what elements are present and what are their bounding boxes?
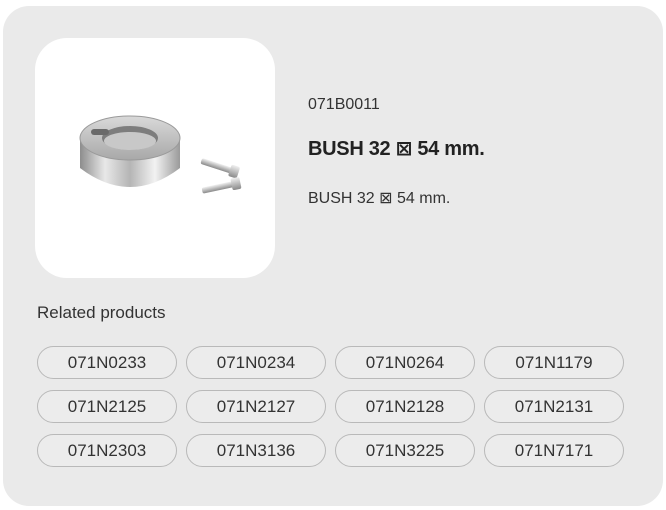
related-products-list: 071N0233 071N0234 071N0264 071N1179 071N… xyxy=(37,346,627,467)
related-product-link[interactable]: 071N0234 xyxy=(186,346,326,379)
related-product-link[interactable]: 071N3136 xyxy=(186,434,326,467)
product-image[interactable] xyxy=(35,38,275,278)
related-product-link[interactable]: 071N2128 xyxy=(335,390,475,423)
related-product-link[interactable]: 071N0264 xyxy=(335,346,475,379)
related-product-link[interactable]: 071N2127 xyxy=(186,390,326,423)
product-code: 071B0011 xyxy=(308,96,380,113)
related-product-link[interactable]: 071N1179 xyxy=(484,346,624,379)
bush-image-icon xyxy=(79,115,242,194)
related-product-link[interactable]: 071N2125 xyxy=(37,390,177,423)
product-description: BUSH 32 ⊠ 54 mm. xyxy=(308,190,451,207)
related-product-link[interactable]: 071N0233 xyxy=(37,346,177,379)
related-product-link[interactable]: 071N2303 xyxy=(37,434,177,467)
related-product-link[interactable]: 071N7171 xyxy=(484,434,624,467)
product-card: 071B0011 BUSH 32 ⊠ 54 mm. BUSH 32 ⊠ 54 m… xyxy=(3,6,663,506)
product-title: BUSH 32 ⊠ 54 mm. xyxy=(308,138,485,160)
related-product-link[interactable]: 071N3225 xyxy=(335,434,475,467)
related-product-link[interactable]: 071N2131 xyxy=(484,390,624,423)
related-products-heading: Related products xyxy=(37,303,166,322)
